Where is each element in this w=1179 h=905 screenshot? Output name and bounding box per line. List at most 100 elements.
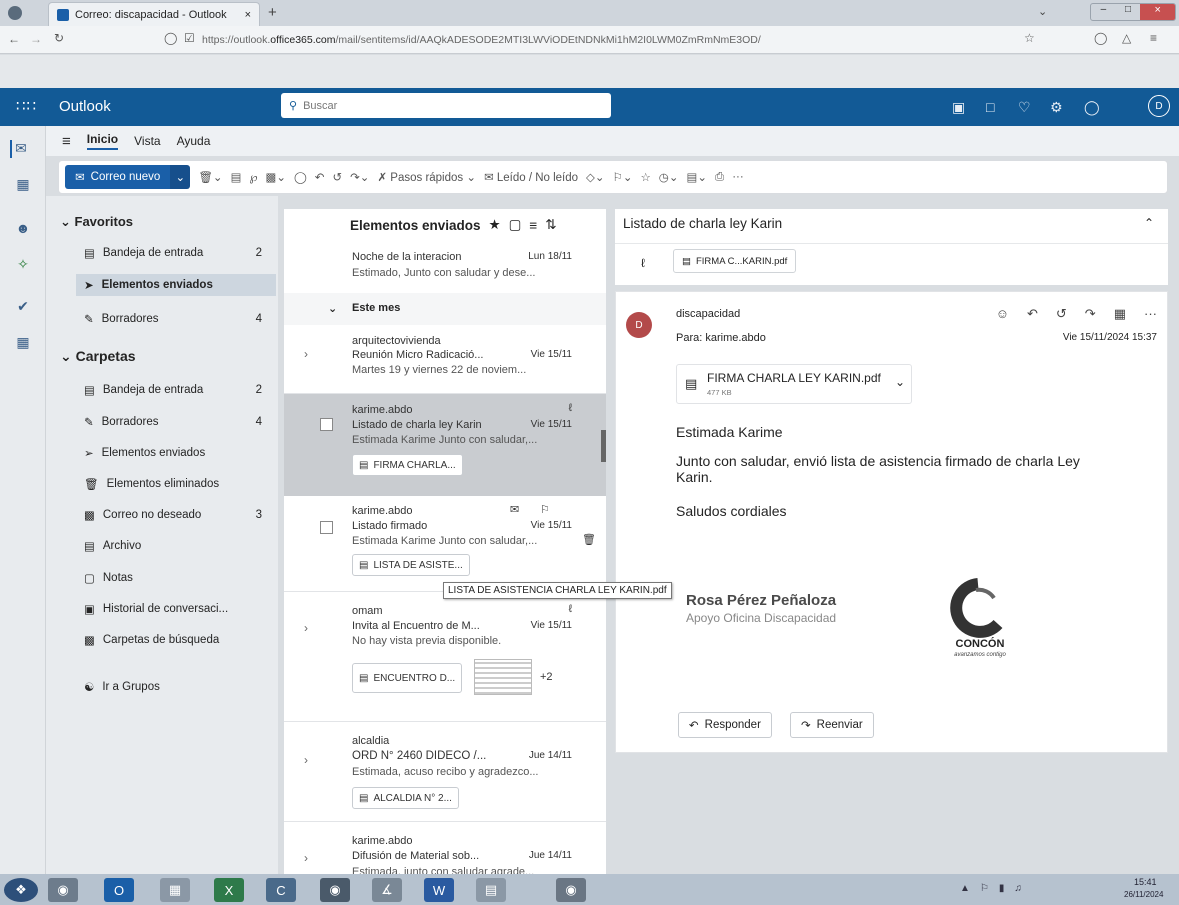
pin-icon[interactable]: ☆ xyxy=(640,170,650,184)
mail-icon[interactable]: ✉ xyxy=(10,140,28,158)
sender-avatar[interactable]: D xyxy=(626,312,652,338)
chevron-right-icon[interactable]: › xyxy=(304,851,308,865)
tips-lightbulb-icon[interactable]: ◯ xyxy=(1084,99,1100,116)
tab-inicio[interactable]: Inicio xyxy=(86,132,119,150)
move-icon[interactable]: ▩⌄ xyxy=(265,170,286,184)
todo-check-icon[interactable]: ✔ xyxy=(14,298,32,316)
reply-all-icon[interactable]: ↺ xyxy=(1056,306,1067,322)
chevron-right-icon[interactable]: › xyxy=(304,753,308,767)
chevron-right-icon[interactable]: › xyxy=(304,347,308,361)
taskbar-word-icon[interactable]: W xyxy=(424,878,454,902)
more-attachments-count[interactable]: +2 xyxy=(540,671,553,683)
apps-grid-icon[interactable]: ▦ xyxy=(1114,306,1126,322)
taskbar-chrome-icon[interactable]: C xyxy=(266,878,296,902)
reload-icon[interactable]: ↻ xyxy=(54,31,64,45)
folder-item-history[interactable]: ▣ Historial de conversaci... xyxy=(84,598,274,620)
outlook-brand[interactable]: Outlook xyxy=(59,98,111,115)
forward-icon[interactable]: → xyxy=(30,32,42,46)
search-input[interactable]: ⚲ Buscar xyxy=(281,93,611,118)
folder-item-deleted[interactable]: 🗑 Elementos eliminados xyxy=(84,473,274,495)
emoji-icon[interactable]: ☺ xyxy=(996,306,1009,322)
sender-name[interactable]: discapacidad xyxy=(676,308,740,320)
taskbar-firefox-icon[interactable]: ◉ xyxy=(48,878,78,902)
to-address[interactable]: karime.abdo xyxy=(705,332,766,344)
back-icon[interactable]: ← xyxy=(8,32,20,46)
month-group-header[interactable]: ⌄ Este mes xyxy=(284,293,606,325)
close-window-icon[interactable]: × xyxy=(1140,4,1175,20)
people-icon[interactable]: ☻ xyxy=(14,220,32,238)
new-mail-button[interactable]: ✉ Correo nuevo xyxy=(65,165,171,189)
select-checkbox[interactable] xyxy=(320,521,333,534)
tab-ayuda[interactable]: Ayuda xyxy=(177,134,211,148)
reply-button[interactable]: ↶ Responder xyxy=(678,712,772,738)
list-item-selected[interactable]: karime.abdo ℓ Listado de charla ley Kari… xyxy=(284,394,606,496)
folder-item-archive[interactable]: ▤ Archivo xyxy=(84,535,274,557)
favorites-header[interactable]: ⌄ Favoritos xyxy=(60,214,133,230)
tray-battery-icon[interactable]: ▮ xyxy=(999,883,1005,894)
fav-item-sent[interactable]: ➤ Elementos enviados xyxy=(76,274,276,296)
taskbar-calculator-icon[interactable]: ▦ xyxy=(160,878,190,902)
delete-icon[interactable]: 🗑⌄ xyxy=(198,170,222,184)
scrollbar-thumb[interactable] xyxy=(601,430,606,462)
reply-icon[interactable]: ↶ xyxy=(1027,306,1038,322)
teams-icon[interactable]: ▣ xyxy=(952,99,965,116)
app-menu-icon[interactable]: ≡ xyxy=(1150,31,1157,45)
tab-close-icon[interactable]: × xyxy=(245,9,251,21)
attachment-chip[interactable]: ▤ ENCUENTRO D... xyxy=(352,663,463,693)
tab-vista[interactable]: Vista xyxy=(134,134,160,148)
chevron-down-icon[interactable]: ⌄ xyxy=(895,375,905,389)
more-options-button[interactable]: ··· xyxy=(732,171,744,183)
favorite-star-icon[interactable]: ★ xyxy=(489,217,501,233)
attachment-chip[interactable]: ▤ LISTA DE ASISTE... xyxy=(352,554,470,576)
print-icon[interactable]: ⎙ xyxy=(715,171,724,184)
sort-icon[interactable]: ⇅ xyxy=(545,217,556,233)
fav-item-drafts[interactable]: ✎ Borradores 4 xyxy=(84,308,274,330)
report-icon[interactable]: ℘ xyxy=(249,170,257,184)
flag-icon[interactable]: ⚐⌄ xyxy=(613,170,633,184)
pocket-icon[interactable]: ◯ xyxy=(1094,31,1107,45)
list-item[interactable]: › arquitectovivienda Reunión Micro Radic… xyxy=(284,325,606,393)
image-thumbnail[interactable] xyxy=(474,659,532,695)
taskbar-media-icon[interactable]: ◉ xyxy=(320,878,350,902)
list-item[interactable]: karime.abdo ✉ ⚐ Listado firmado Vie 15/1… xyxy=(284,497,606,591)
app-launcher-icon[interactable]: ∷∷ xyxy=(16,97,37,115)
forward-mail-icon[interactable]: ↷⌄ xyxy=(350,170,369,184)
forward-icon[interactable]: ↷ xyxy=(1085,306,1096,322)
browser-menu-icon[interactable] xyxy=(8,6,22,20)
archive-icon[interactable]: ▤ xyxy=(231,170,242,184)
taskbar-draw-icon[interactable]: ∡ xyxy=(372,878,402,902)
chat-icon[interactable]: □ xyxy=(986,99,994,115)
list-item[interactable]: Noche de la interacion Lun 18/11 Estimad… xyxy=(284,243,606,293)
delete-icon[interactable]: 🗑 xyxy=(582,533,596,546)
settings-gear-icon[interactable]: ⚙ xyxy=(1050,99,1063,116)
calendar-icon[interactable]: ▦ xyxy=(14,176,32,194)
browser-tab[interactable]: Correo: discapacidad - Outlook × xyxy=(48,2,260,26)
sensitivity-icon[interactable]: ◯ xyxy=(294,170,307,184)
folders-header[interactable]: ⌄ Carpetas xyxy=(60,348,136,365)
minimize-icon[interactable]: – xyxy=(1091,4,1116,20)
list-item[interactable]: › omam ℓ Invita al Encuentro de M... Vie… xyxy=(284,593,606,721)
taskbar-outlook-icon[interactable]: O xyxy=(104,878,134,902)
read-unread-button[interactable]: ✉ Leído / No leído xyxy=(484,170,578,184)
list-item[interactable]: › karime.abdo Difusión de Material sob..… xyxy=(284,823,606,874)
maximize-icon[interactable]: □ xyxy=(1116,4,1141,20)
folder-item-drafts[interactable]: ✎ Borradores 4 xyxy=(84,411,274,433)
tab-list-icon[interactable]: ⌄ xyxy=(1038,5,1047,18)
tray-network-icon[interactable]: ▲ xyxy=(960,883,970,894)
flag-icon[interactable]: ⚐ xyxy=(540,503,550,516)
forward-button[interactable]: ↷ Reenviar xyxy=(790,712,874,738)
folder-item-search-folders[interactable]: ▩ Carpetas de búsqueda xyxy=(84,629,274,651)
quick-steps-button[interactable]: ✗ Pasos rápidos ⌄ xyxy=(377,170,476,184)
account-icon[interactable]: △ xyxy=(1122,31,1131,45)
bookmark-star-icon[interactable]: ☆ xyxy=(1024,31,1035,45)
mark-unread-icon[interactable]: ✉ xyxy=(510,503,519,516)
fav-item-inbox[interactable]: ▤ Bandeja de entrada 2 xyxy=(84,242,274,264)
groups-icon[interactable]: ✧ xyxy=(14,256,32,274)
folder-item-notes[interactable]: ▢ Notas xyxy=(84,567,274,589)
url-field[interactable]: https://outlook. office365.com/mail/senti… xyxy=(202,29,1022,51)
taskbar-explorer-icon[interactable]: ▤ xyxy=(476,878,506,902)
rules-icon[interactable]: ▤⌄ xyxy=(686,170,707,184)
user-avatar[interactable]: D xyxy=(1148,95,1170,117)
reply-icon[interactable]: ↶ xyxy=(315,170,325,184)
folder-item-junk[interactable]: ▩ Correo no deseado 3 xyxy=(84,504,274,526)
